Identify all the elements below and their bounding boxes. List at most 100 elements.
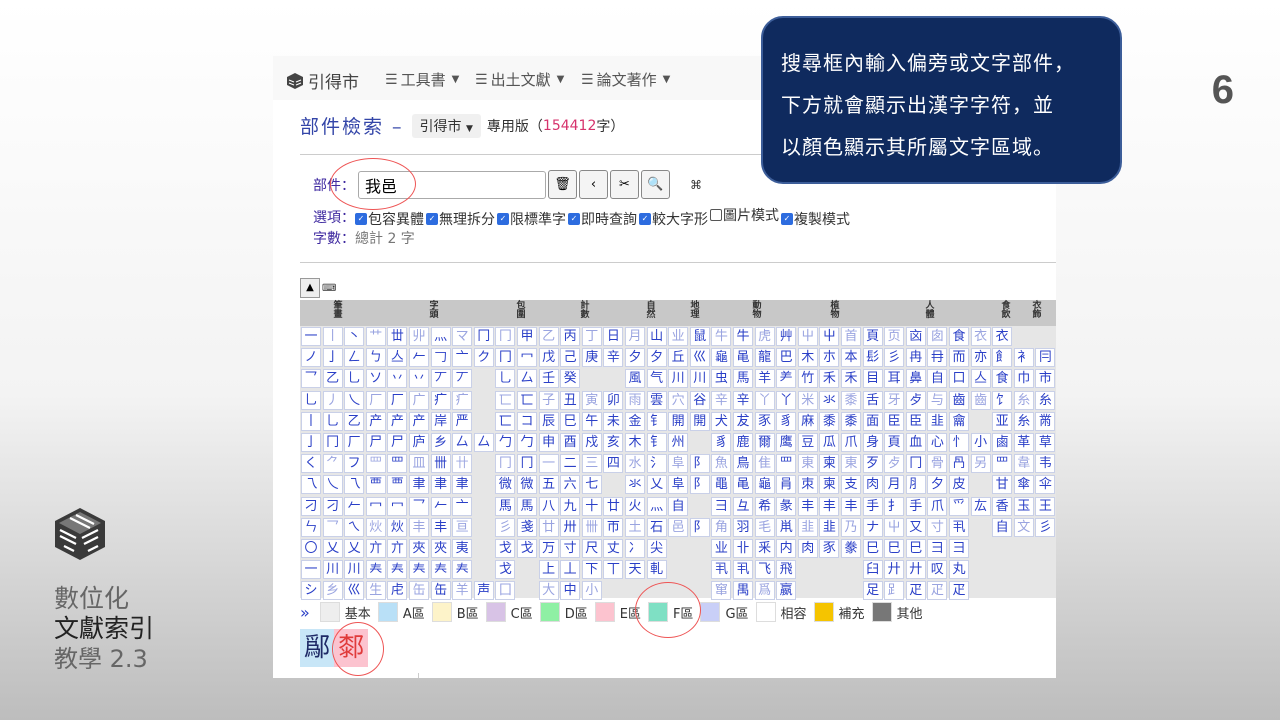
- radical-cell[interactable]: 炏: [365, 517, 386, 537]
- radical-cell[interactable]: 丮: [711, 560, 732, 580]
- radical-cell[interactable]: 乚: [301, 390, 321, 410]
- radical-cell[interactable]: 叹: [927, 560, 948, 580]
- radical-cell[interactable]: 丮: [733, 560, 753, 580]
- radical-cell[interactable]: 黽: [711, 475, 732, 495]
- radical-cell[interactable]: 鹿: [733, 433, 753, 452]
- radical-cell[interactable]: 灬: [430, 327, 451, 346]
- radical-cell[interactable]: 酉: [560, 433, 581, 452]
- radical-cell[interactable]: 廿: [538, 517, 559, 537]
- radical-cell[interactable]: 匸: [495, 411, 516, 431]
- radical-cell[interactable]: 戍: [581, 433, 602, 452]
- radical-cell[interactable]: 木: [625, 433, 645, 452]
- radical-cell[interactable]: 戈: [517, 539, 537, 558]
- radical-cell[interactable]: ㄥ: [344, 348, 365, 368]
- radical-cell[interactable]: 氺: [819, 390, 840, 410]
- radical-cell[interactable]: 月: [884, 475, 905, 495]
- radical-cell[interactable]: 革: [1013, 433, 1034, 452]
- radical-cell[interactable]: 疒: [430, 390, 451, 410]
- radical-cell[interactable]: 罒: [776, 454, 797, 474]
- radical-cell[interactable]: 窜: [711, 581, 732, 601]
- radical-cell[interactable]: 肉: [862, 475, 883, 495]
- radical-cell[interactable]: 小: [581, 581, 602, 601]
- radical-cell[interactable]: 手: [905, 496, 926, 516]
- radical-cell[interactable]: 巛: [344, 581, 365, 601]
- radical-cell[interactable]: 五: [538, 475, 559, 495]
- radical-cell[interactable]: 冂: [905, 454, 926, 474]
- more-icon[interactable]: »: [300, 603, 310, 622]
- radical-cell[interactable]: 鹰: [776, 433, 797, 452]
- radical-cell[interactable]: 骨: [927, 454, 948, 474]
- radical-cell[interactable]: 灬: [646, 496, 667, 516]
- radical-cell[interactable]: 屮: [819, 327, 840, 346]
- radical-cell[interactable]: 大: [538, 581, 559, 601]
- radical-cell[interactable]: 广: [409, 390, 429, 410]
- radical-cell[interactable]: 心: [927, 433, 948, 452]
- radical-cell[interactable]: 冂: [495, 348, 516, 368]
- option-checkbox[interactable]: ✓ 即時查詢: [568, 209, 637, 229]
- radical-cell[interactable]: 冖: [517, 348, 537, 368]
- radical-cell[interactable]: 巴: [776, 348, 797, 368]
- radical-cell[interactable]: 韭: [797, 517, 818, 537]
- radical-cell[interactable]: 聿: [409, 475, 429, 495]
- radical-cell[interactable]: 草: [1035, 433, 1056, 452]
- radical-cell[interactable]: 罒: [365, 454, 386, 474]
- radical-cell[interactable]: 乡: [430, 433, 451, 452]
- radical-cell[interactable]: マ: [452, 327, 473, 346]
- radical-cell[interactable]: 辛: [711, 390, 732, 410]
- radical-cell[interactable]: 足: [862, 581, 883, 601]
- radical-cell[interactable]: 丙: [560, 327, 581, 346]
- radical-cell[interactable]: 𡗗: [409, 560, 429, 580]
- radical-cell[interactable]: 亅: [322, 348, 343, 368]
- radical-cell[interactable]: 石: [646, 517, 667, 537]
- radical-cell[interactable]: 冖: [365, 496, 386, 516]
- radical-cell[interactable]: 龜: [711, 348, 732, 368]
- radical-cell[interactable]: 气: [646, 369, 667, 389]
- radical-cell[interactable]: 文: [1013, 517, 1034, 537]
- radical-cell[interactable]: 九: [560, 496, 581, 516]
- radical-cell[interactable]: 丶: [344, 327, 365, 346]
- radical-cell[interactable]: 乙: [344, 411, 365, 431]
- radical-cell[interactable]: 丰: [841, 496, 861, 516]
- radical-cell[interactable]: 冄: [927, 348, 948, 368]
- radical-cell[interactable]: 钅: [646, 433, 667, 452]
- radical-cell[interactable]: 彐: [949, 539, 969, 558]
- radical-cell[interactable]: 四: [603, 454, 624, 474]
- radical-cell[interactable]: 冂: [495, 327, 516, 346]
- radical-cell[interactable]: 产: [365, 411, 386, 431]
- radical-cell[interactable]: 冂: [495, 454, 516, 474]
- radical-cell[interactable]: 丆: [452, 369, 473, 389]
- radical-cell[interactable]: 冂: [473, 327, 494, 346]
- radical-cell[interactable]: 皿: [409, 454, 429, 474]
- site-brand[interactable]: 引得市: [286, 68, 359, 93]
- radical-cell[interactable]: 丨: [301, 411, 321, 431]
- radical-cell[interactable]: 厂: [387, 390, 408, 410]
- radical-cell[interactable]: 糸: [1013, 411, 1034, 431]
- radical-cell[interactable]: 覀: [387, 475, 408, 495]
- radical-cell[interactable]: 韋: [1013, 454, 1034, 474]
- radical-cell[interactable]: 犬: [711, 411, 732, 431]
- radical-cell[interactable]: 雨: [625, 390, 645, 410]
- radical-cell[interactable]: 韦: [1035, 454, 1056, 474]
- radical-cell[interactable]: ⺶: [776, 369, 797, 389]
- radical-cell[interactable]: 乃: [841, 517, 861, 537]
- radical-cell[interactable]: 川: [668, 369, 689, 389]
- radical-cell[interactable]: 鼠: [689, 327, 710, 346]
- radical-cell[interactable]: 柬: [819, 475, 840, 495]
- radical-cell[interactable]: 夕: [625, 348, 645, 368]
- radical-cell[interactable]: 申: [538, 433, 559, 452]
- radical-cell[interactable]: 辛: [733, 390, 753, 410]
- radical-cell[interactable]: 庚: [581, 348, 602, 368]
- radical-cell[interactable]: 黾: [733, 475, 753, 495]
- radical-cell[interactable]: 豸: [776, 411, 797, 431]
- radical-cell[interactable]: 六: [560, 475, 581, 495]
- radical-cell[interactable]: 厷: [970, 496, 991, 516]
- radical-cell[interactable]: 巳: [884, 539, 905, 558]
- radical-cell[interactable]: ㄅ: [365, 348, 386, 368]
- radical-cell[interactable]: 牛: [733, 327, 753, 346]
- radical-cell[interactable]: 虫: [711, 369, 732, 389]
- radical-cell[interactable]: 厶: [452, 433, 473, 452]
- radical-cell[interactable]: 寸: [560, 539, 581, 558]
- radical-cell[interactable]: 乁: [344, 475, 365, 495]
- radical-cell[interactable]: 夕: [927, 475, 948, 495]
- radical-cell[interactable]: 黍: [819, 411, 840, 431]
